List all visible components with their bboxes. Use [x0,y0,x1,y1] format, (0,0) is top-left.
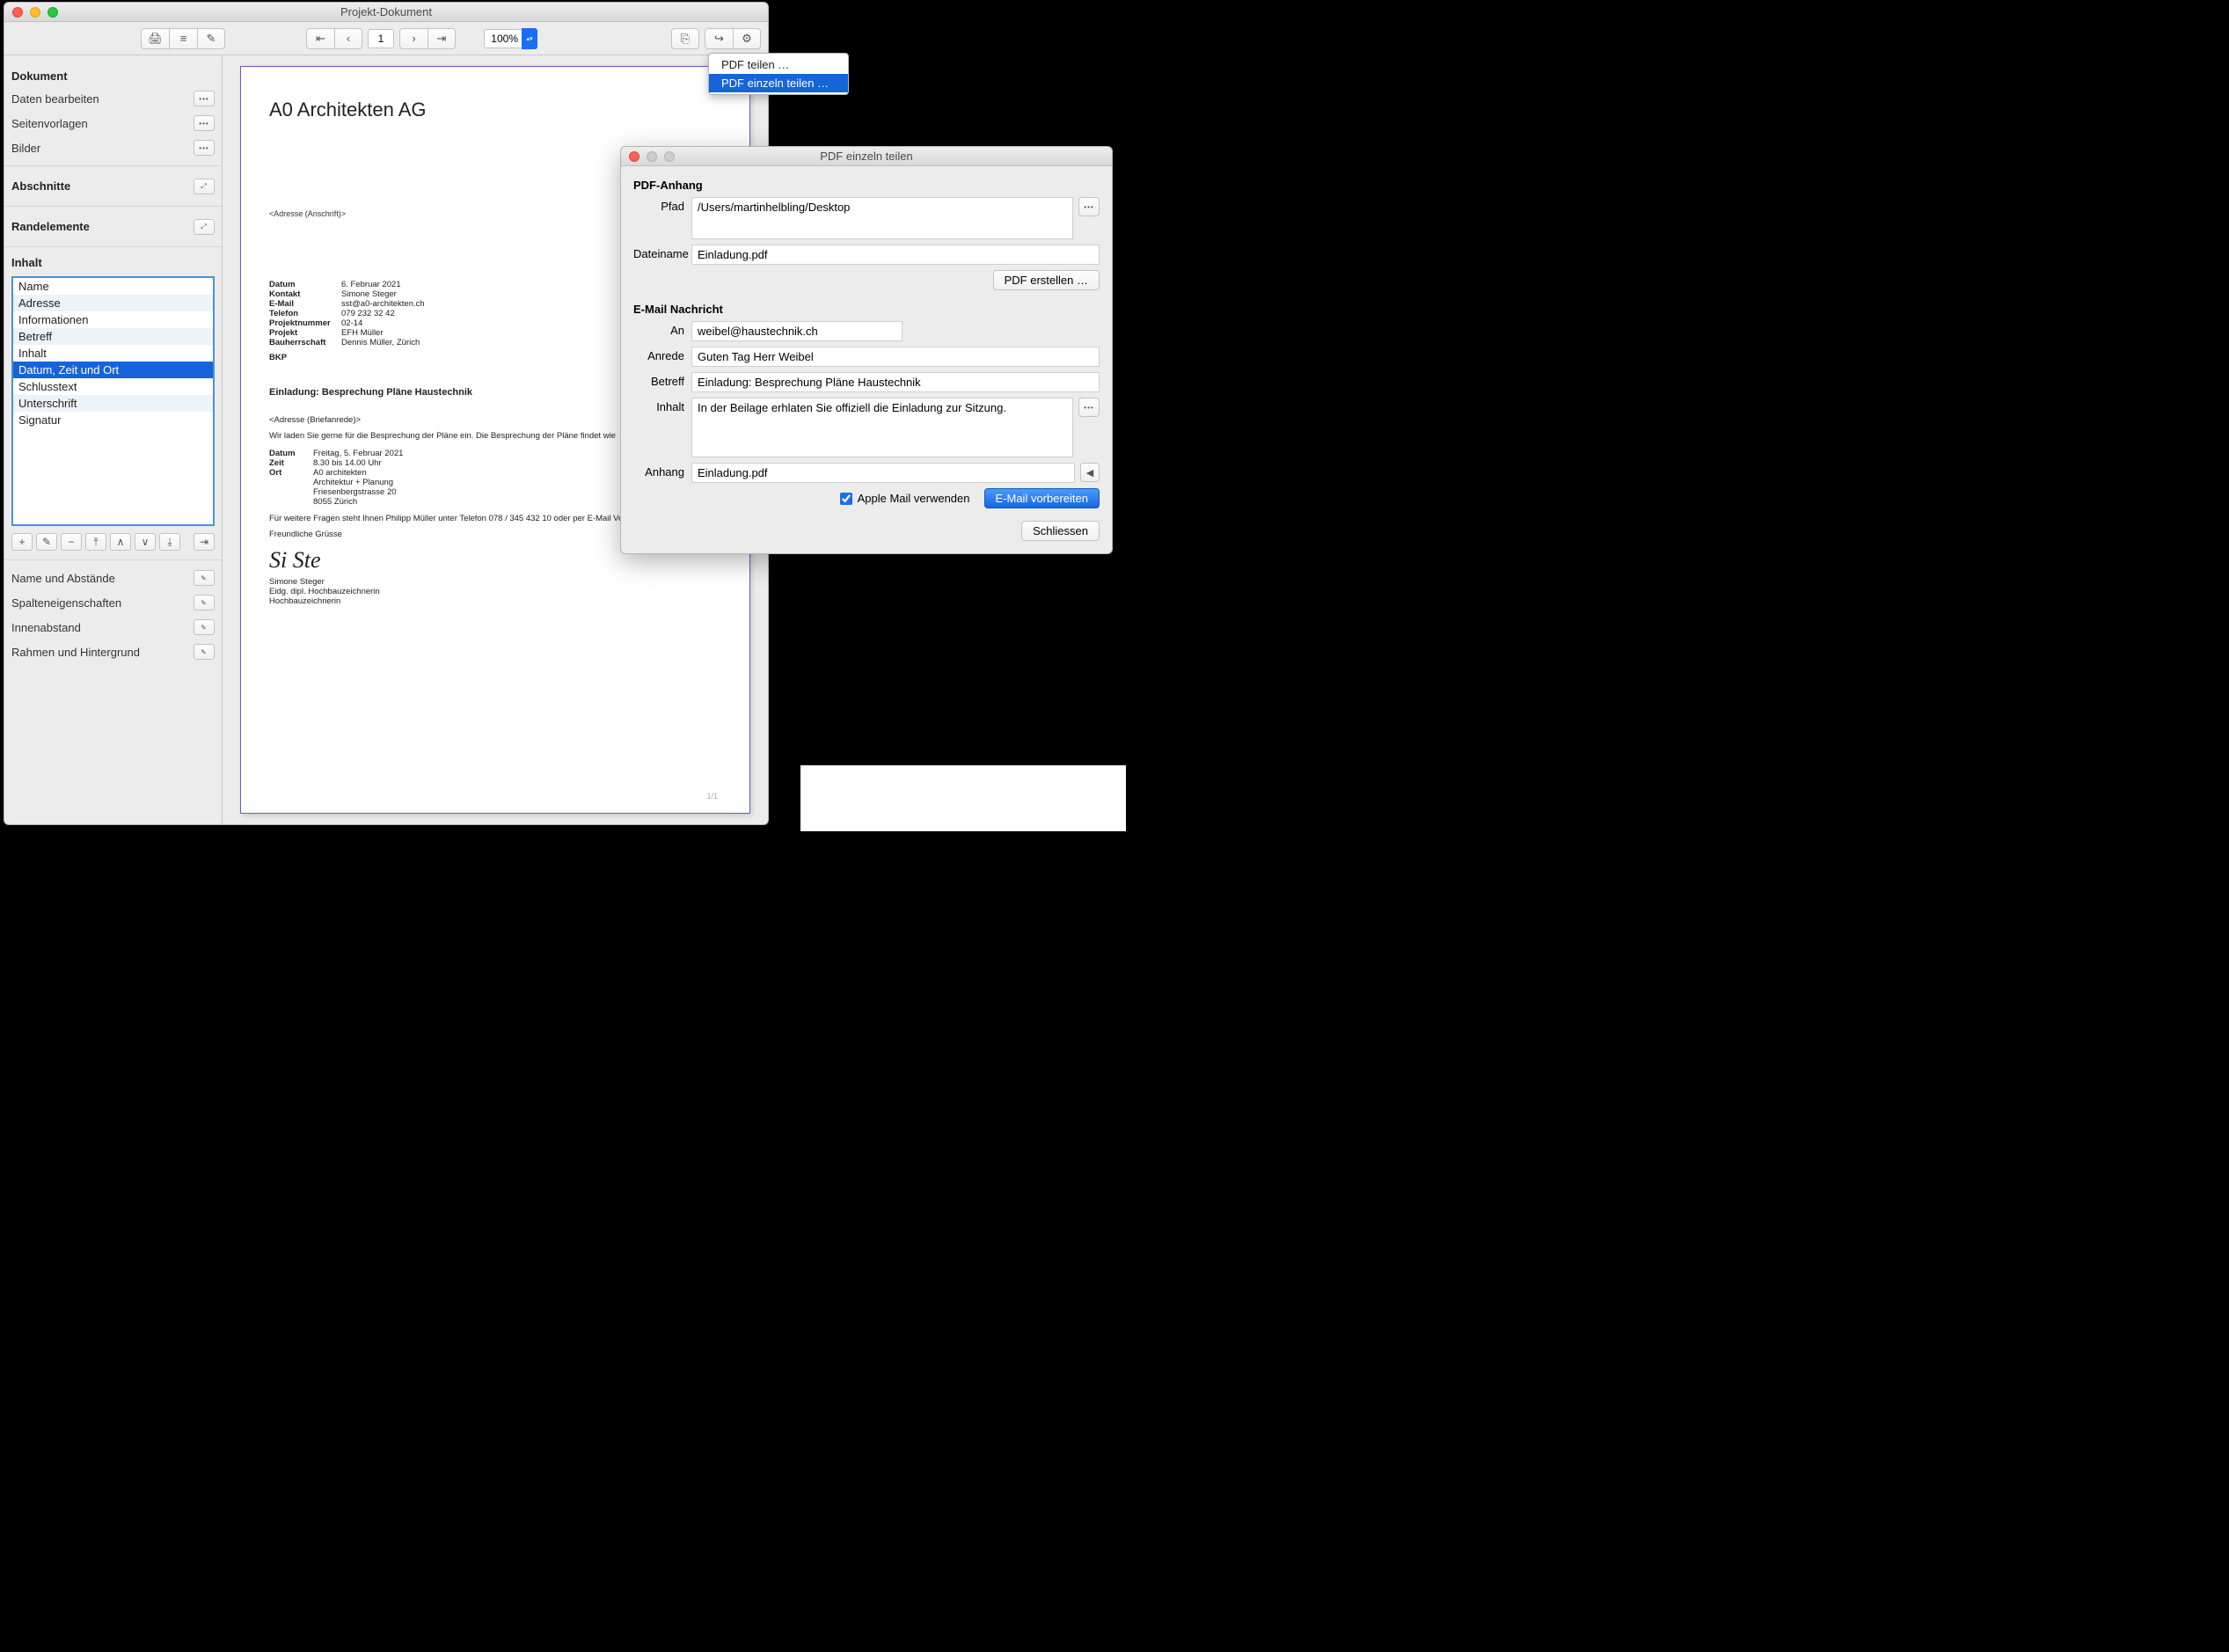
reveal-button[interactable]: ◀ [1080,463,1100,482]
next-page-button[interactable]: › [399,28,428,49]
an-input[interactable] [691,321,903,341]
section-pdf-anhang: PDF-Anhang [633,179,1100,192]
expand-icon[interactable]: ⤢ [194,219,215,235]
move-down-button[interactable]: ∨ [135,533,156,551]
apple-mail-checkbox-input[interactable] [840,493,852,505]
print-button[interactable]: 🖨 [141,28,169,49]
sidebar-item-daten[interactable]: Daten bearbeiten [11,92,99,106]
label-betreff: Betreff [633,372,691,388]
share-button[interactable]: ↪ [705,28,733,49]
more-icon[interactable]: ••• [194,91,215,106]
dateiname-input[interactable] [691,245,1100,265]
anhang-input[interactable] [691,463,1075,483]
settings-button[interactable]: ≡ [169,28,197,49]
more-icon[interactable]: ••• [194,140,215,156]
list-item[interactable]: Adresse [13,295,213,311]
sidebar-item-seitenvorlagen[interactable]: Seitenvorlagen [11,117,88,130]
list-item[interactable]: Betreff [13,328,213,345]
label-anhang: Anhang [633,463,691,479]
move-bottom-button[interactable]: ⤓ [159,533,180,551]
label-pfad: Pfad [633,197,691,213]
list-item-selected[interactable]: Datum, Zeit und Ort [13,362,213,378]
anrede-input[interactable] [691,347,1100,367]
window-title: Projekt-Dokument [4,5,768,18]
prop-innenabstand[interactable]: Innenabstand [11,621,81,634]
sidebar: Dokument Daten bearbeiten ••• Seitenvorla… [4,55,223,824]
company-name: A0 Architekten AG [269,99,721,121]
label-an: An [633,321,691,337]
label-dateiname: Dateiname [633,245,691,260]
browse-button[interactable]: ••• [1078,197,1100,216]
import-button[interactable]: ⇥ [194,533,215,551]
more-icon[interactable]: ••• [194,115,215,131]
edit-icon[interactable]: ✎ [194,619,215,635]
dialog-window: PDF einzeln teilen PDF-Anhang Pfad ••• D… [620,146,1113,554]
sidebar-header-dokument: Dokument [11,66,215,86]
edit-icon[interactable]: ✎ [194,595,215,610]
edit-item-button[interactable]: ✎ [36,533,57,551]
pdf-icon-button[interactable]: ⎘ [671,28,699,49]
sidebar-header-inhalt: Inhalt [11,252,215,273]
last-page-button[interactable]: ⇥ [428,28,456,49]
move-top-button[interactable]: ⤒ [85,533,106,551]
pdf-erstellen-button[interactable]: PDF erstellen … [993,270,1100,290]
prop-name-abstand[interactable]: Name und Abstände [11,572,115,585]
list-item[interactable]: Unterschrift [13,395,213,412]
list-item[interactable]: Informationen [13,311,213,328]
remove-button[interactable]: − [61,533,82,551]
apple-mail-checkbox[interactable]: Apple Mail verwenden [840,492,970,505]
label-inhalt: Inhalt [633,398,691,413]
expand-icon[interactable]: ⤢ [194,179,215,194]
prop-spalten[interactable]: Spalteneigenschaften [11,596,121,610]
inhalt-input[interactable] [691,398,1073,457]
move-up-button[interactable]: ∧ [110,533,131,551]
section-email: E-Mail Nachricht [633,303,1100,316]
list-item[interactable]: Schlusstext [13,378,213,395]
label-anrede: Anrede [633,347,691,362]
prev-page-button[interactable]: ‹ [334,28,362,49]
page-number-input[interactable] [368,29,394,48]
list-item[interactable]: Signatur [13,412,213,428]
dialog-titlebar: PDF einzeln teilen [621,147,1112,166]
edit-icon[interactable]: ✎ [194,644,215,660]
inhalt-listbox[interactable]: Name Adresse Informationen Betreff Inhal… [11,276,215,526]
page-number: 1/1 [706,792,718,800]
gear-button[interactable]: ⚙ [733,28,761,49]
list-item[interactable]: Name [13,278,213,295]
add-button[interactable]: + [11,533,33,551]
edit-icon[interactable]: ✎ [194,570,215,586]
dialog-title: PDF einzeln teilen [621,150,1112,163]
main-titlebar: Projekt-Dokument [4,3,768,22]
list-item[interactable]: Inhalt [13,345,213,362]
sidebar-item-bilder[interactable]: Bilder [11,142,40,155]
schliessen-button[interactable]: Schliessen [1021,521,1100,541]
zoom-stepper[interactable]: ▴▾ [522,28,537,49]
betreff-input[interactable] [691,372,1100,392]
toolbar: 🖨 ≡ ✎ ⇤ ‹ › ⇥ ▴▾ ⎘ ↪ ⚙ [4,22,768,55]
sidebar-header-abschnitte: Abschnitte [11,176,70,196]
menu-item-pdf-einzeln[interactable]: PDF einzeln teilen … [709,74,848,92]
more-button[interactable]: ••• [1078,398,1100,417]
email-vorbereiten-button[interactable]: E-Mail vorbereiten [984,488,1100,508]
first-page-button[interactable]: ⇤ [306,28,334,49]
menu-item-pdf-teilen[interactable]: PDF teilen … [709,55,848,74]
edit-button[interactable]: ✎ [197,28,225,49]
prop-rahmen[interactable]: Rahmen und Hintergrund [11,646,140,659]
share-menu: PDF teilen … PDF einzeln teilen … [708,53,849,95]
pfad-input[interactable] [691,197,1073,239]
sidebar-header-randelemente: Randelemente [11,216,90,237]
